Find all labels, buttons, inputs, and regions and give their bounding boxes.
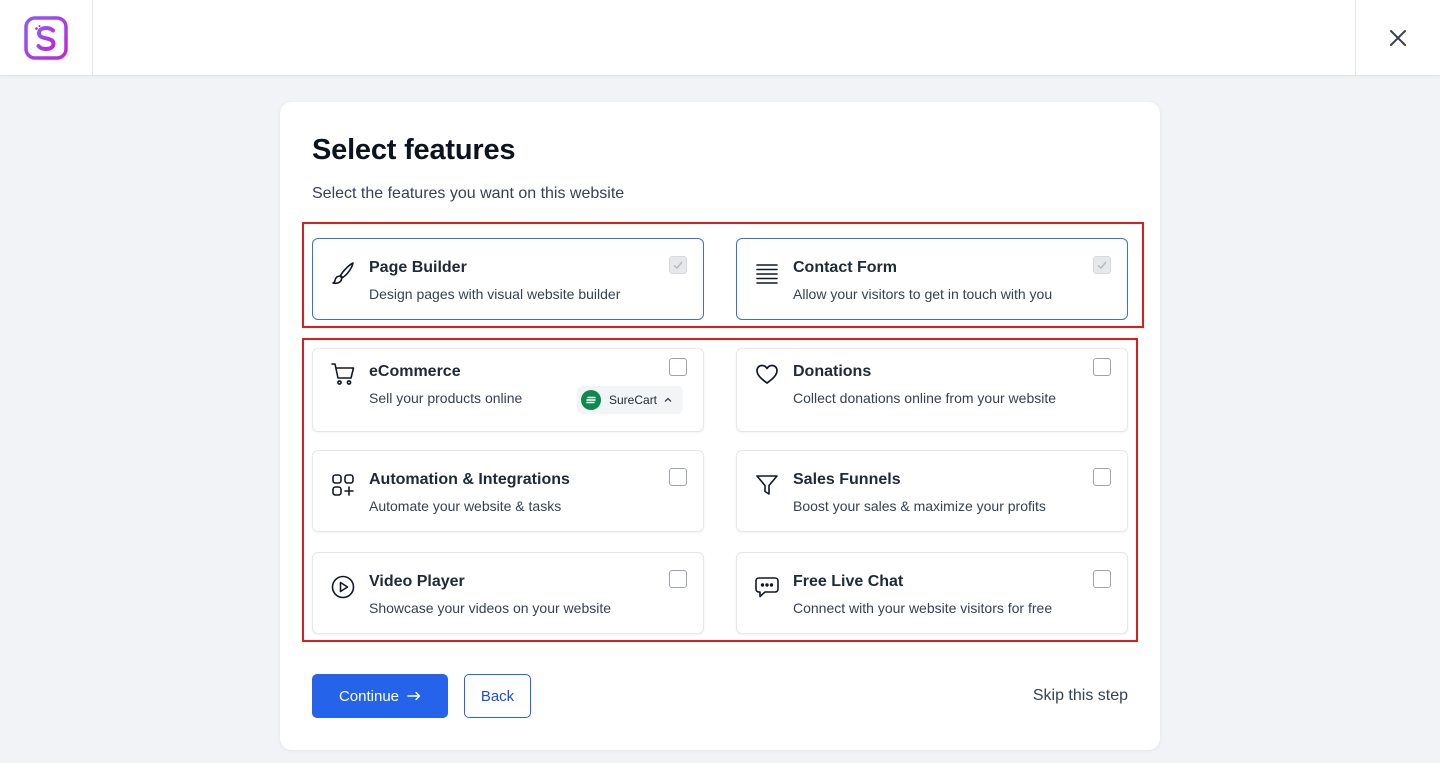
back-button[interactable]: Back (464, 674, 531, 718)
form-lines-icon (754, 260, 780, 286)
feature-checkbox[interactable] (669, 570, 687, 588)
feature-checkbox[interactable] (669, 468, 687, 486)
chevron-up-icon (663, 395, 673, 405)
top-bar (0, 0, 1440, 76)
checkmark-icon (1097, 261, 1107, 270)
feature-title: Contact Form (793, 259, 897, 276)
feature-checkbox[interactable] (1093, 570, 1111, 588)
starter-templates-s-logo (24, 16, 68, 60)
feature-title: Automation & Integrations (369, 471, 570, 488)
play-circle-icon (330, 574, 356, 600)
feature-donations[interactable]: Donations Collect donations online from … (736, 348, 1128, 432)
page-subtitle: Select the features you want on this web… (312, 185, 625, 202)
feature-description: Connect with your website visitors for f… (793, 600, 1053, 616)
page-title: Select features (312, 134, 516, 166)
feature-title: Free Live Chat (793, 573, 904, 590)
feature-description: Collect donations online from your websi… (793, 390, 1057, 406)
heart-icon (754, 361, 780, 387)
feature-description: Boost your sales & maximize your profits (793, 498, 1046, 514)
feature-checkbox[interactable] (669, 358, 687, 376)
arrow-right-icon (407, 691, 421, 701)
checkmark-icon (673, 261, 683, 270)
provider-selector[interactable]: SureCart (577, 386, 683, 414)
close-icon (1390, 30, 1406, 46)
feature-contact-form[interactable]: Contact Form Allow your visitors to get … (736, 238, 1128, 320)
feature-title: Donations (793, 363, 872, 380)
feature-title: Page Builder (369, 259, 467, 276)
feature-description: Sell your products online (369, 390, 523, 406)
chat-bubble-icon (754, 574, 780, 600)
feature-description: Automate your website & tasks (369, 498, 562, 514)
feature-checkbox[interactable] (1093, 468, 1111, 486)
feature-title: Video Player (369, 573, 465, 590)
surecart-logo-icon (581, 390, 601, 410)
feature-title: Sales Funnels (793, 471, 901, 488)
provider-name: SureCart (609, 393, 658, 407)
feature-description: Allow your visitors to get in touch with… (793, 286, 1053, 302)
feature-description: Design pages with visual website builder (369, 286, 621, 302)
feature-checkbox[interactable] (669, 256, 687, 274)
feature-title: eCommerce (369, 363, 461, 380)
skip-step-link[interactable]: Skip this step (1033, 687, 1128, 705)
close-button[interactable] (1355, 0, 1440, 76)
shopping-cart-icon (330, 361, 356, 387)
paint-brush-icon (330, 260, 356, 286)
feature-automation[interactable]: Automation & Integrations Automate your … (312, 450, 704, 532)
feature-description: Showcase your videos on your website (369, 600, 612, 616)
continue-button[interactable]: Continue (312, 674, 448, 718)
logo[interactable] (0, 0, 93, 76)
feature-video-player[interactable]: Video Player Showcase your videos on you… (312, 552, 704, 634)
funnel-icon (754, 472, 780, 498)
feature-checkbox[interactable] (1093, 256, 1111, 274)
feature-sales-funnels[interactable]: Sales Funnels Boost your sales & maximiz… (736, 450, 1128, 532)
feature-page-builder[interactable]: Page Builder Design pages with visual we… (312, 238, 704, 320)
continue-label: Continue (338, 687, 400, 705)
feature-live-chat[interactable]: Free Live Chat Connect with your website… (736, 552, 1128, 634)
feature-ecommerce[interactable]: eCommerce Sell your products online Sure… (312, 348, 704, 432)
grid-plus-icon (330, 472, 356, 498)
features-card: Select features Select the features you … (280, 102, 1160, 750)
feature-checkbox[interactable] (1093, 358, 1111, 376)
